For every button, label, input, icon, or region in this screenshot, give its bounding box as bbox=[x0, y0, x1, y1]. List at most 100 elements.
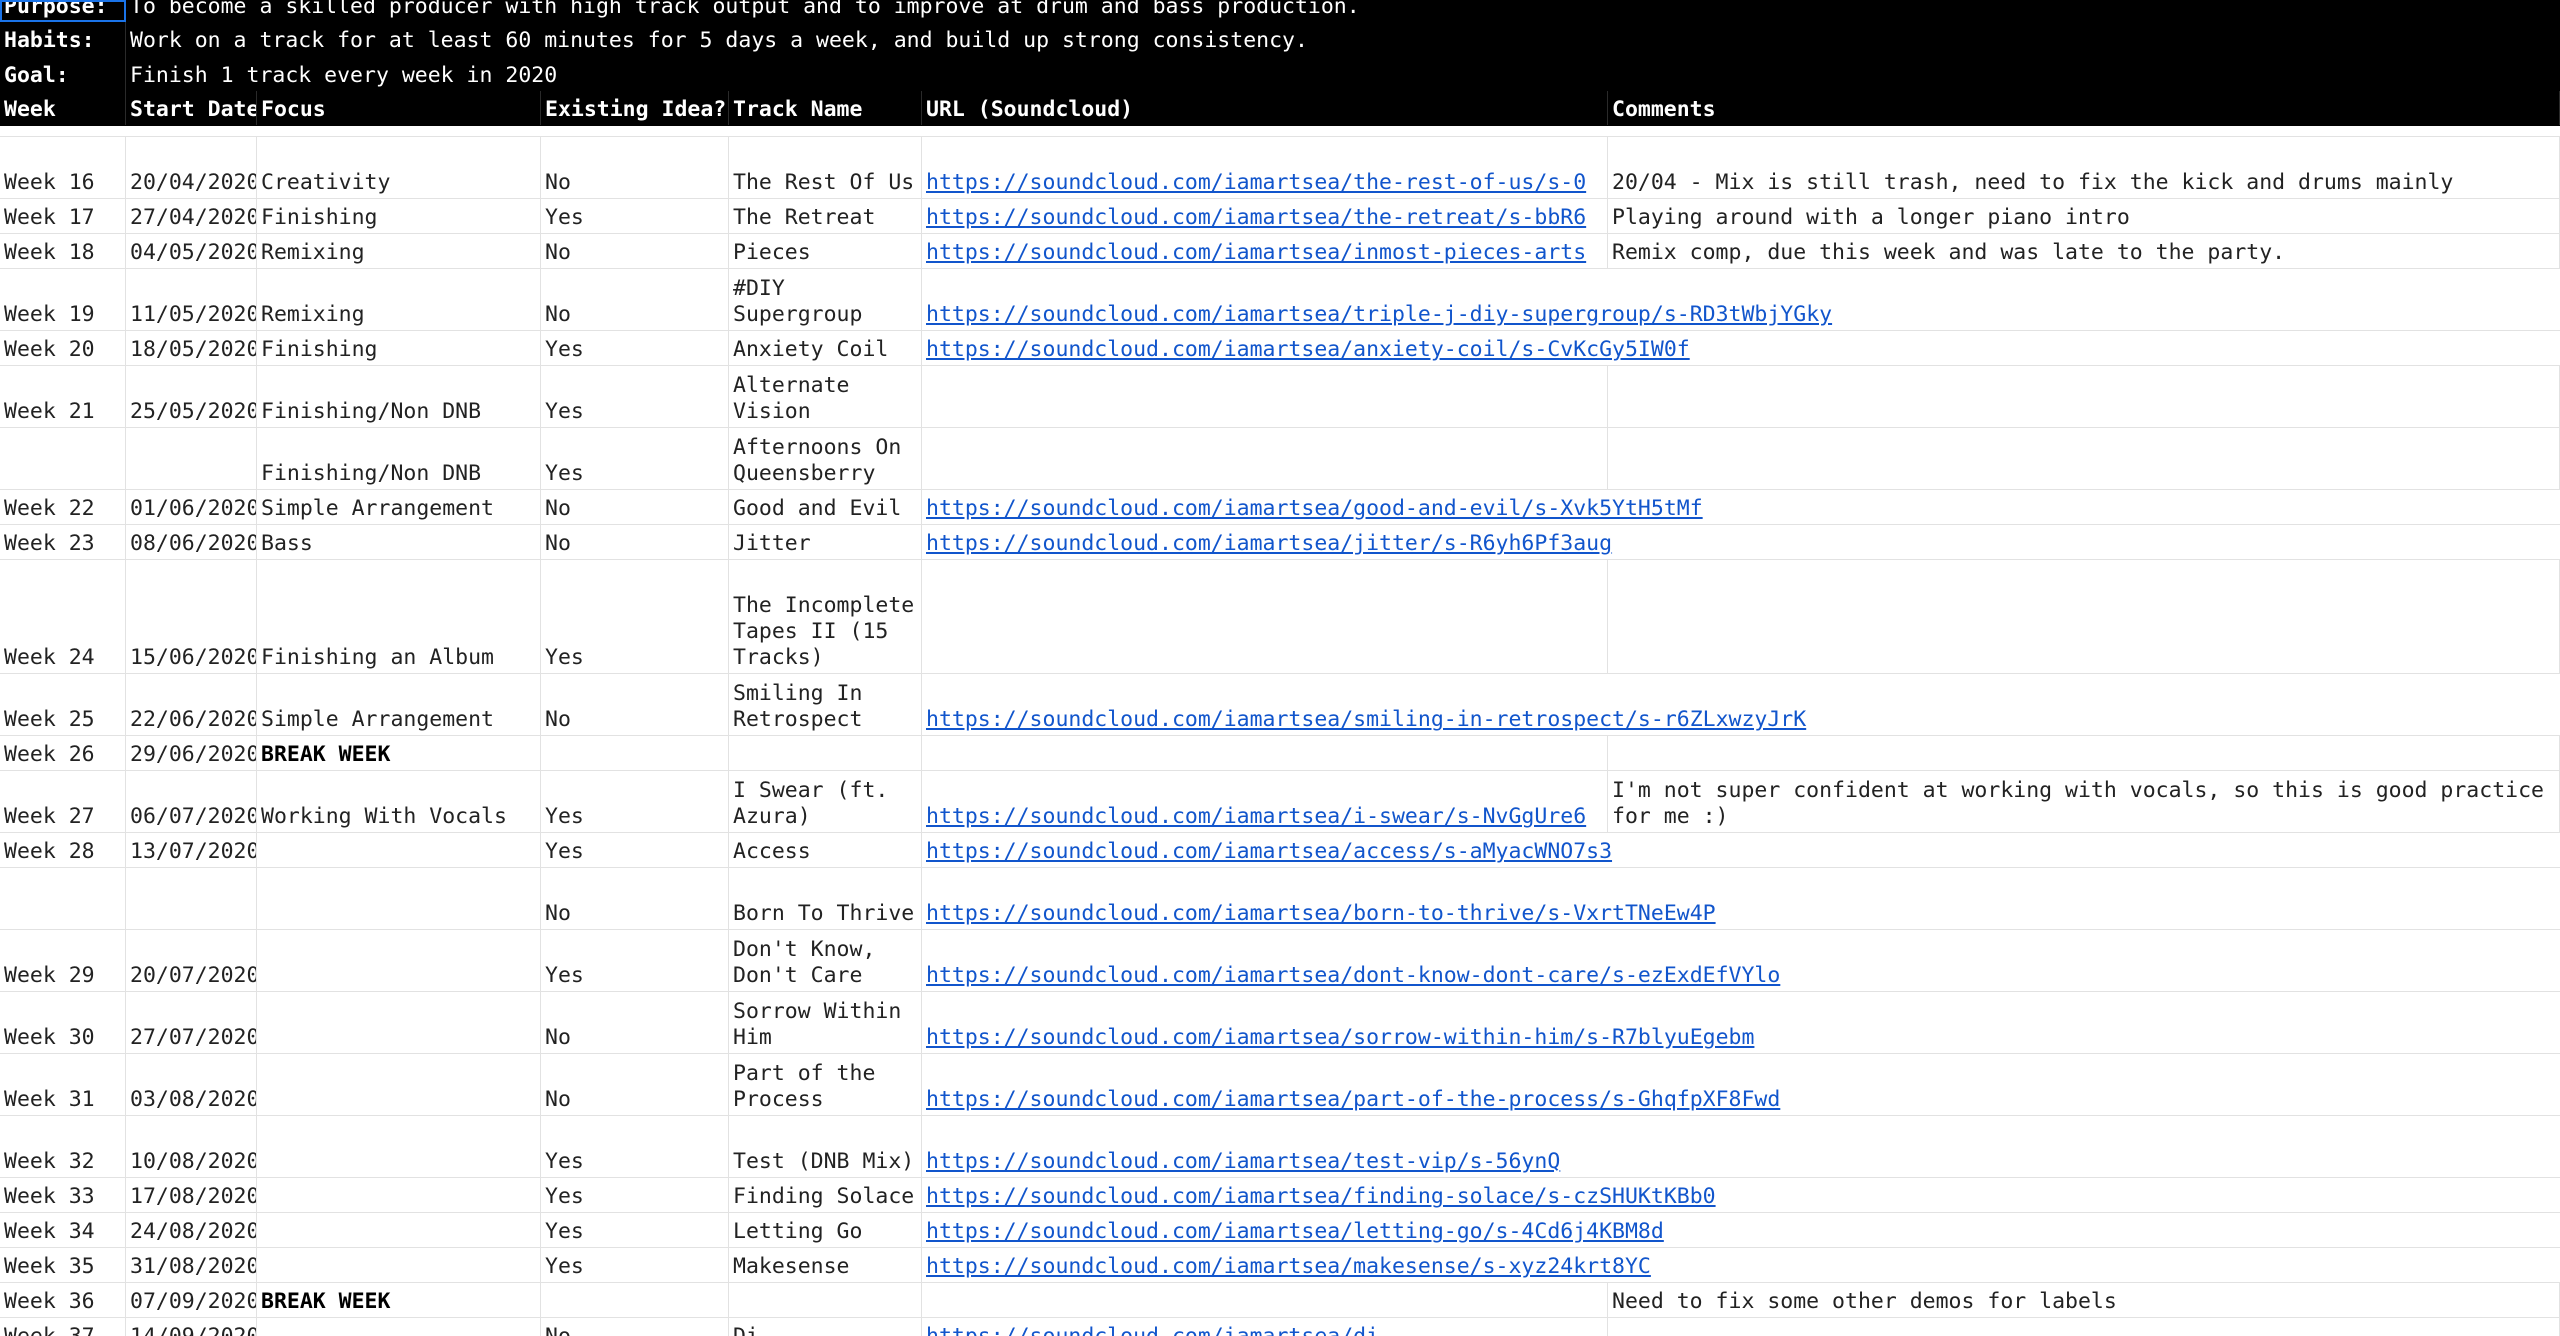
existing-idea-cell[interactable]: No bbox=[541, 674, 729, 735]
week-cell[interactable]: Week 35 bbox=[0, 1248, 126, 1282]
existing-idea-cell[interactable]: Yes bbox=[541, 428, 729, 489]
start-date-cell[interactable]: 07/09/2020 bbox=[126, 1283, 257, 1317]
focus-cell[interactable]: BREAK WEEK bbox=[257, 736, 541, 770]
track-name-cell[interactable] bbox=[729, 1283, 922, 1317]
track-name-cell[interactable]: Part of the Process bbox=[729, 1054, 922, 1115]
track-name-cell[interactable]: Smiling In Retrospect bbox=[729, 674, 922, 735]
focus-cell[interactable] bbox=[257, 1318, 541, 1336]
existing-idea-cell[interactable]: Yes bbox=[541, 331, 729, 365]
start-date-cell[interactable]: 20/04/2020 bbox=[126, 137, 257, 198]
focus-cell[interactable]: Working With Vocals bbox=[257, 771, 541, 832]
soundcloud-link[interactable]: https://soundcloud.com/iamartsea/access/… bbox=[926, 839, 1612, 865]
track-name-cell[interactable]: #DIY Supergroup bbox=[729, 269, 922, 330]
col-header-track-name[interactable]: Track Name bbox=[729, 91, 922, 125]
col-header-url[interactable]: URL (Soundcloud) bbox=[922, 91, 1608, 125]
comments-cell[interactable] bbox=[1608, 560, 2560, 673]
week-cell[interactable] bbox=[0, 428, 126, 489]
comments-cell[interactable] bbox=[1608, 1318, 2560, 1336]
url-cell[interactable]: https://soundcloud.com/iamartsea/test-vi… bbox=[922, 1116, 2560, 1177]
existing-idea-cell[interactable]: Yes bbox=[541, 930, 729, 991]
url-cell[interactable]: https://soundcloud.com/iamartsea/the-res… bbox=[922, 137, 1608, 198]
soundcloud-link[interactable]: https://soundcloud.com/iamartsea/good-an… bbox=[926, 496, 1703, 522]
focus-cell[interactable]: Finishing bbox=[257, 331, 541, 365]
track-name-cell[interactable]: Finding Solace bbox=[729, 1178, 922, 1212]
soundcloud-link[interactable]: https://soundcloud.com/iamartsea/test-vi… bbox=[926, 1149, 1560, 1175]
existing-idea-cell[interactable]: No bbox=[541, 137, 729, 198]
track-name-cell[interactable]: Jitter bbox=[729, 525, 922, 559]
existing-idea-cell[interactable]: Yes bbox=[541, 1213, 729, 1247]
existing-idea-cell[interactable]: Yes bbox=[541, 560, 729, 673]
comments-cell[interactable]: Remix comp, due this week and was late t… bbox=[1608, 234, 2560, 268]
soundcloud-link[interactable]: https://soundcloud.com/iamartsea/inmost-… bbox=[926, 240, 1586, 266]
week-cell[interactable]: Week 33 bbox=[0, 1178, 126, 1212]
start-date-cell[interactable]: 08/06/2020 bbox=[126, 525, 257, 559]
url-cell[interactable]: https://soundcloud.com/iamartsea/anxiety… bbox=[922, 331, 2560, 365]
soundcloud-link[interactable]: https://soundcloud.com/iamartsea/i-swear… bbox=[926, 804, 1586, 830]
start-date-cell[interactable]: 20/07/2020 bbox=[126, 930, 257, 991]
existing-idea-cell[interactable]: No bbox=[541, 1054, 729, 1115]
focus-cell[interactable]: Finishing an Album bbox=[257, 560, 541, 673]
url-cell[interactable]: https://soundcloud.com/iamartsea/sorrow-… bbox=[922, 992, 2560, 1053]
soundcloud-link[interactable]: https://soundcloud.com/iamartsea/triple-… bbox=[926, 302, 1832, 328]
week-cell[interactable]: Week 30 bbox=[0, 992, 126, 1053]
url-cell[interactable] bbox=[922, 428, 1608, 489]
track-name-cell[interactable]: I Swear (ft. Azura) bbox=[729, 771, 922, 832]
soundcloud-link[interactable]: https://soundcloud.com/iamartsea/di bbox=[926, 1324, 1379, 1336]
existing-idea-cell[interactable]: No bbox=[541, 490, 729, 524]
existing-idea-cell[interactable]: Yes bbox=[541, 366, 729, 427]
existing-idea-cell[interactable]: Yes bbox=[541, 771, 729, 832]
start-date-cell[interactable] bbox=[126, 428, 257, 489]
track-name-cell[interactable]: Sorrow Within Him bbox=[729, 992, 922, 1053]
soundcloud-link[interactable]: https://soundcloud.com/iamartsea/born-to… bbox=[926, 901, 1716, 927]
url-cell[interactable]: https://soundcloud.com/iamartsea/di bbox=[922, 1318, 1608, 1336]
soundcloud-link[interactable]: https://soundcloud.com/iamartsea/finding… bbox=[926, 1184, 1716, 1210]
focus-cell[interactable]: Creativity bbox=[257, 137, 541, 198]
week-cell[interactable]: Week 34 bbox=[0, 1213, 126, 1247]
existing-idea-cell[interactable]: No bbox=[541, 868, 729, 929]
week-cell[interactable]: Week 24 bbox=[0, 560, 126, 673]
focus-cell[interactable]: Remixing bbox=[257, 234, 541, 268]
soundcloud-link[interactable]: https://soundcloud.com/iamartsea/part-of… bbox=[926, 1087, 1780, 1113]
week-cell[interactable]: Week 37 bbox=[0, 1318, 126, 1336]
start-date-cell[interactable]: 25/05/2020 bbox=[126, 366, 257, 427]
url-cell[interactable]: https://soundcloud.com/iamartsea/good-an… bbox=[922, 490, 2560, 524]
url-cell[interactable]: https://soundcloud.com/iamartsea/dont-kn… bbox=[922, 930, 2560, 991]
url-cell[interactable]: https://soundcloud.com/iamartsea/smiling… bbox=[922, 674, 2560, 735]
habits-text-cell[interactable]: Work on a track for at least 60 minutes … bbox=[126, 22, 2560, 56]
week-cell[interactable]: Week 19 bbox=[0, 269, 126, 330]
week-cell[interactable]: Week 17 bbox=[0, 199, 126, 233]
track-name-cell[interactable]: Alternate Vision bbox=[729, 366, 922, 427]
track-name-cell[interactable]: Good and Evil bbox=[729, 490, 922, 524]
comments-cell[interactable] bbox=[1608, 366, 2560, 427]
week-cell[interactable]: Week 31 bbox=[0, 1054, 126, 1115]
week-cell[interactable]: Week 36 bbox=[0, 1283, 126, 1317]
week-cell[interactable]: Week 22 bbox=[0, 490, 126, 524]
url-cell[interactable]: https://soundcloud.com/iamartsea/finding… bbox=[922, 1178, 2560, 1212]
url-cell[interactable]: https://soundcloud.com/iamartsea/i-swear… bbox=[922, 771, 1608, 832]
url-cell[interactable]: https://soundcloud.com/iamartsea/access/… bbox=[922, 833, 2560, 867]
track-name-cell[interactable]: The Retreat bbox=[729, 199, 922, 233]
track-name-cell[interactable] bbox=[729, 736, 922, 770]
soundcloud-link[interactable]: https://soundcloud.com/iamartsea/smiling… bbox=[926, 707, 1806, 733]
existing-idea-cell[interactable]: Yes bbox=[541, 199, 729, 233]
url-cell[interactable] bbox=[922, 366, 1608, 427]
week-cell[interactable]: Week 32 bbox=[0, 1116, 126, 1177]
habits-label-cell[interactable]: Habits: bbox=[0, 22, 126, 56]
url-cell[interactable]: https://soundcloud.com/iamartsea/the-ret… bbox=[922, 199, 1608, 233]
focus-cell[interactable]: Finishing/Non DNB bbox=[257, 428, 541, 489]
soundcloud-link[interactable]: https://soundcloud.com/iamartsea/the-ret… bbox=[926, 205, 1586, 231]
url-cell[interactable] bbox=[922, 736, 1608, 770]
week-cell[interactable]: Week 20 bbox=[0, 331, 126, 365]
start-date-cell[interactable]: 22/06/2020 bbox=[126, 674, 257, 735]
existing-idea-cell[interactable]: No bbox=[541, 1318, 729, 1336]
week-cell[interactable] bbox=[0, 868, 126, 929]
soundcloud-link[interactable]: https://soundcloud.com/iamartsea/jitter/… bbox=[926, 531, 1612, 557]
track-name-cell[interactable]: Letting Go bbox=[729, 1213, 922, 1247]
focus-cell[interactable] bbox=[257, 833, 541, 867]
focus-cell[interactable]: Finishing/Non DNB bbox=[257, 366, 541, 427]
existing-idea-cell[interactable]: Yes bbox=[541, 1248, 729, 1282]
focus-cell[interactable] bbox=[257, 1178, 541, 1212]
soundcloud-link[interactable]: https://soundcloud.com/iamartsea/makesen… bbox=[926, 1254, 1651, 1280]
soundcloud-link[interactable]: https://soundcloud.com/iamartsea/dont-kn… bbox=[926, 963, 1780, 989]
url-cell[interactable]: https://soundcloud.com/iamartsea/part-of… bbox=[922, 1054, 2560, 1115]
